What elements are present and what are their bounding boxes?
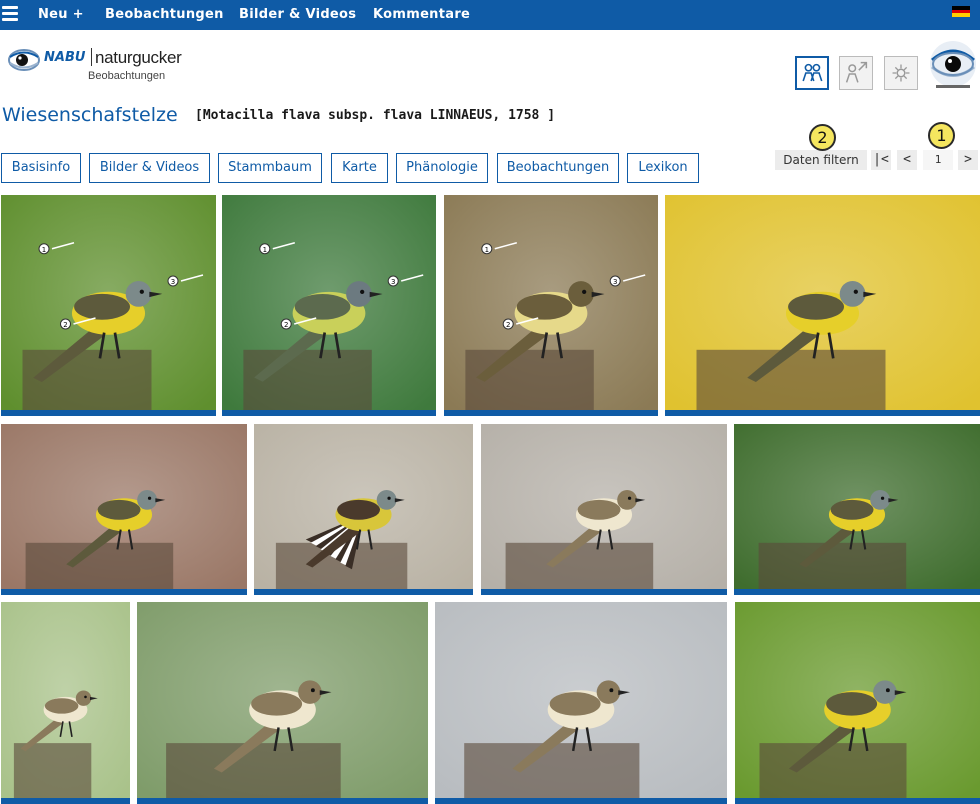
logo-subtitle: Beobachtungen — [88, 70, 166, 82]
sun-icon — [892, 64, 910, 82]
photo-thumbnail[interactable]: 1 2 3 — [444, 195, 658, 416]
photo-thumbnail[interactable] — [1, 424, 247, 595]
photo-thumbnail[interactable]: 1 2 3 — [1, 195, 216, 416]
photo-status-bar — [734, 589, 980, 595]
photo-status-bar — [137, 798, 428, 804]
logo-brand: NABU — [44, 50, 86, 65]
first-page-button[interactable]: |< — [871, 150, 891, 170]
photo-status-bar — [254, 589, 473, 595]
photo-status-bar — [1, 589, 247, 595]
photo-thumbnail[interactable] — [481, 424, 727, 595]
svg-text:1: 1 — [485, 246, 489, 254]
photo-status-bar — [435, 798, 727, 804]
photo-thumbnail[interactable] — [137, 602, 428, 804]
photo-thumbnail[interactable] — [435, 602, 727, 804]
photo-status-bar — [1, 798, 130, 804]
tab-observations[interactable]: Beobachtungen — [497, 153, 619, 183]
logo-name: naturgucker — [95, 48, 182, 67]
photo-thumbnail[interactable] — [665, 195, 980, 416]
theme-button[interactable] — [884, 56, 918, 90]
eye-logo-icon — [8, 49, 40, 71]
nav-new[interactable]: Neu + — [38, 7, 84, 22]
tab-lexicon[interactable]: Lexikon — [627, 153, 699, 183]
profile-link-button[interactable] — [839, 56, 873, 90]
top-nav-bar: Neu + Beobachtungen Bilder & Videos Komm… — [0, 0, 980, 30]
tab-family-tree[interactable]: Stammbaum — [218, 153, 322, 183]
filter-data-button[interactable]: Daten filtern — [775, 150, 867, 170]
tab-basisinfo[interactable]: Basisinfo — [1, 153, 81, 183]
people-icon — [802, 63, 823, 82]
species-scientific-name: [Motacilla flava subsp. flava LINNAEUS, … — [195, 108, 556, 123]
photo-thumbnail[interactable] — [734, 424, 980, 595]
next-page-button[interactable]: > — [958, 150, 978, 170]
photo-status-bar — [481, 589, 727, 595]
page-number[interactable]: 1 — [923, 150, 953, 170]
german-flag-icon[interactable] — [952, 6, 970, 17]
photo-status-bar — [222, 410, 436, 416]
community-button[interactable] — [795, 56, 829, 90]
photo-status-bar — [444, 410, 658, 416]
svg-text:3: 3 — [171, 278, 175, 286]
species-name: Wiesenschafstelze — [2, 104, 178, 126]
photo-status-bar — [665, 410, 980, 416]
annotation-badge-1: 1 — [928, 122, 955, 149]
tab-map[interactable]: Karte — [331, 153, 388, 183]
svg-text:3: 3 — [391, 278, 395, 286]
logo-divider — [91, 48, 92, 66]
svg-text:2: 2 — [284, 321, 288, 329]
tab-phenology[interactable]: Phänologie — [396, 153, 488, 183]
photo-status-bar — [735, 798, 980, 804]
annotation-badge-2: 2 — [809, 124, 836, 151]
menu-icon[interactable] — [2, 6, 18, 22]
naturgucker-eye-emblem-icon[interactable] — [928, 40, 978, 92]
tab-images-videos[interactable]: Bilder & Videos — [89, 153, 210, 183]
photo-status-bar — [1, 410, 216, 416]
svg-text:2: 2 — [63, 321, 67, 329]
svg-text:1: 1 — [42, 246, 46, 254]
svg-text:2: 2 — [506, 321, 510, 329]
nav-observations[interactable]: Beobachtungen — [105, 7, 224, 22]
nav-comments[interactable]: Kommentare — [373, 7, 470, 22]
photo-thumbnail[interactable] — [1, 602, 130, 804]
photo-thumbnail[interactable] — [254, 424, 473, 595]
nav-images-videos[interactable]: Bilder & Videos — [239, 7, 356, 22]
naturgucker-logo[interactable]: NABU naturgucker Beobachtungen — [8, 42, 188, 84]
photo-thumbnail[interactable]: 1 2 3 — [222, 195, 436, 416]
prev-page-button[interactable]: < — [897, 150, 917, 170]
svg-text:3: 3 — [613, 278, 617, 286]
person-arrow-icon — [845, 61, 868, 83]
photo-thumbnail[interactable] — [735, 602, 980, 804]
svg-text:1: 1 — [263, 246, 267, 254]
